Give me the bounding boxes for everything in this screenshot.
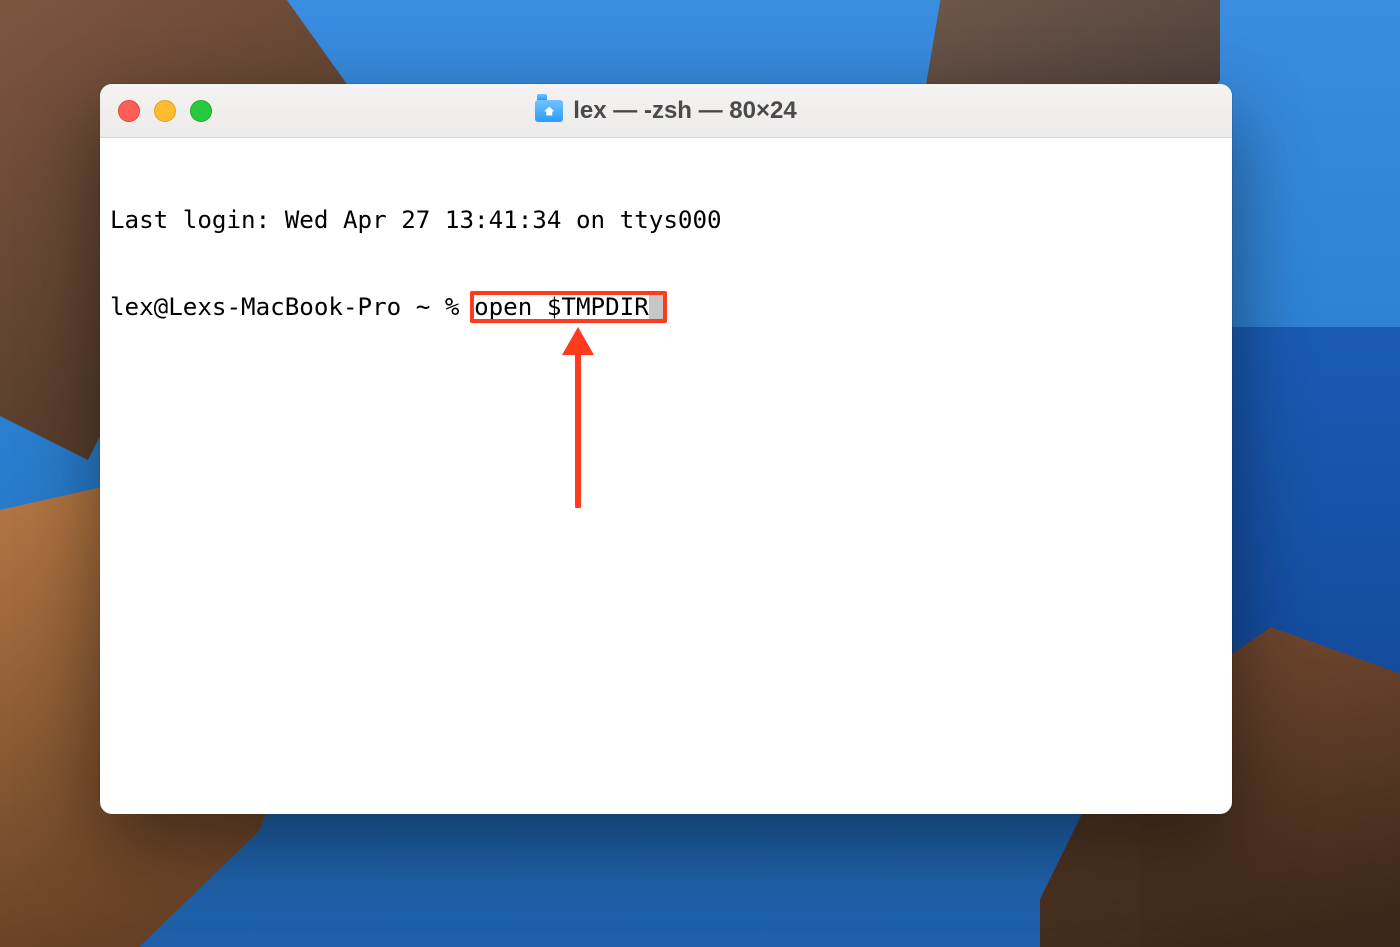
terminal-body[interactable]: Last login: Wed Apr 27 13:41:34 on ttys0… [100, 138, 1232, 814]
login-line: Last login: Wed Apr 27 13:41:34 on ttys0… [110, 206, 1222, 235]
prompt-text: lex@Lexs-MacBook-Pro ~ % [110, 293, 474, 321]
terminal-window[interactable]: lex — -zsh — 80×24 Last login: Wed Apr 2… [100, 84, 1232, 814]
window-title-text: lex — -zsh — 80×24 [573, 97, 796, 125]
close-button[interactable] [118, 100, 140, 122]
titlebar[interactable]: lex — -zsh — 80×24 [100, 84, 1232, 138]
command-text: open $TMPDIR [474, 293, 649, 321]
annotation-arrow-stem [575, 353, 581, 508]
prompt-line[interactable]: lex@Lexs-MacBook-Pro ~ % open $TMPDIR [110, 293, 1222, 322]
home-folder-icon [535, 100, 563, 122]
cursor [649, 293, 663, 319]
minimize-button[interactable] [154, 100, 176, 122]
traffic-lights [118, 100, 212, 122]
annotation-arrow-head-icon [562, 327, 594, 355]
window-title: lex — -zsh — 80×24 [535, 97, 796, 125]
zoom-button[interactable] [190, 100, 212, 122]
